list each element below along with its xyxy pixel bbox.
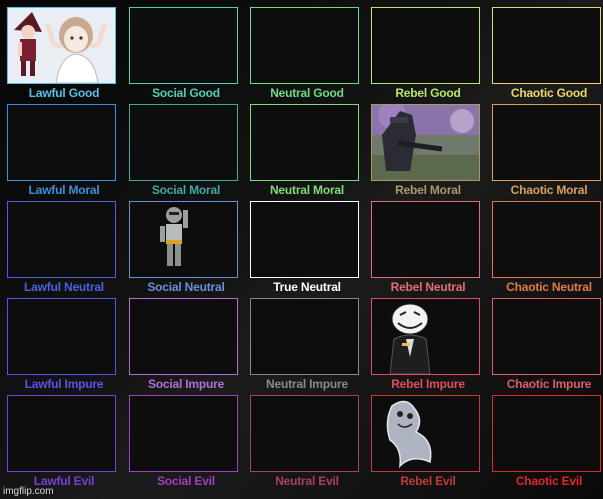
cell-frame <box>250 104 359 181</box>
cell-label: Social Impure <box>147 377 225 391</box>
cell-label: Lawful Moral <box>28 183 100 197</box>
alignment-cell: Neutral Impure <box>249 298 362 395</box>
alignment-cell: Lawful Evil <box>6 395 119 492</box>
alignment-cell: Social Impure <box>128 298 241 395</box>
cell-frame <box>250 201 359 278</box>
alignment-cell: Rebel Neutral <box>370 201 483 298</box>
cell-label: True Neutral <box>273 280 341 294</box>
alignment-cell: Chaotic Moral <box>491 104 603 201</box>
watermark: imgflip.com <box>3 486 54 497</box>
cell-frame <box>7 298 116 375</box>
cell-label: Chaotic Good <box>510 86 588 100</box>
alignment-cell: Social Evil <box>128 395 241 492</box>
cell-frame <box>371 101 480 181</box>
cell-frame <box>492 104 601 181</box>
alignment-cell: True Neutral <box>249 201 362 298</box>
alignment-chart: Lawful Good Social Good Neutral Good Rebel … <box>0 0 603 499</box>
cell-frame <box>7 104 116 181</box>
alignment-cell: Chaotic Neutral <box>491 201 603 298</box>
cell-label: Chaotic Impure <box>506 377 592 391</box>
cell-frame <box>371 7 480 84</box>
cell-label: Rebel Good <box>395 86 461 100</box>
alignment-cell: Lawful Neutral <box>6 201 119 298</box>
cell-label: Rebel Impure <box>391 377 465 391</box>
alignment-cell: Neutral Good <box>249 7 362 104</box>
two-characters-icon <box>8 8 115 88</box>
cell-frame <box>492 395 601 472</box>
cell-label: Neutral Good <box>270 86 344 100</box>
cell-label: Social Good <box>152 86 220 100</box>
cell-label: Rebel Moral <box>395 183 461 197</box>
cell-label: Lawful Impure <box>24 377 104 391</box>
cell-frame <box>7 201 116 278</box>
cell-frame <box>129 395 238 472</box>
cell-frame <box>371 201 480 278</box>
cell-label: Social Neutral <box>147 280 225 294</box>
alignment-cell: Neutral Evil <box>249 395 362 492</box>
cell-label: Rebel Evil <box>400 474 456 488</box>
alignment-cell: Rebel Impure <box>370 298 483 395</box>
cell-frame <box>371 395 480 472</box>
alignment-cell: Neutral Moral <box>249 104 362 201</box>
armored-soldier-icon <box>372 101 479 185</box>
alignment-cell: Lawful Impure <box>6 298 119 395</box>
cell-frame <box>129 104 238 181</box>
alignment-cell: Social Moral <box>128 104 241 201</box>
cell-frame <box>492 7 601 84</box>
cell-label: Neutral Impure <box>266 377 348 391</box>
alignment-cell: Lawful Good <box>6 7 119 104</box>
cell-frame <box>492 201 601 278</box>
cell-frame <box>129 7 238 84</box>
alignment-cell: Chaotic Good <box>491 7 603 104</box>
cell-frame <box>250 7 359 84</box>
trollface-suit-icon <box>372 299 479 379</box>
cell-label: Neutral Evil <box>275 474 339 488</box>
cell-frame <box>250 395 359 472</box>
alignment-cell: Chaotic Impure <box>491 298 603 395</box>
robot-figure-icon <box>130 202 237 282</box>
cell-frame <box>492 298 601 375</box>
alignment-cell: Social Neutral <box>128 201 241 298</box>
cell-frame <box>250 298 359 375</box>
alignment-cell: Rebel Evil <box>370 395 483 492</box>
alignment-cell: Social Good <box>128 7 241 104</box>
cell-frame <box>7 7 116 84</box>
cell-label: Lawful Neutral <box>24 280 104 294</box>
alignment-cell: Rebel Moral <box>370 101 483 201</box>
cell-frame <box>7 395 116 472</box>
cell-label: Chaotic Neutral <box>506 280 592 294</box>
cell-label: Chaotic Moral <box>510 183 588 197</box>
cell-frame <box>371 298 480 375</box>
cell-label: Rebel Neutral <box>390 280 466 294</box>
cell-frame <box>129 201 238 278</box>
alignment-cell: Lawful Moral <box>6 104 119 201</box>
alignment-cell: Chaotic Evil <box>491 395 603 492</box>
cell-label: Social Evil <box>157 474 215 488</box>
cell-frame <box>129 298 238 375</box>
alignment-cell: Rebel Good <box>370 7 483 104</box>
cell-label: Social Moral <box>151 183 221 197</box>
cell-label: Chaotic Evil <box>515 474 583 488</box>
ghost-creature-icon <box>372 396 479 476</box>
cell-label: Neutral Moral <box>269 183 345 197</box>
cell-label: Lawful Good <box>28 86 100 100</box>
